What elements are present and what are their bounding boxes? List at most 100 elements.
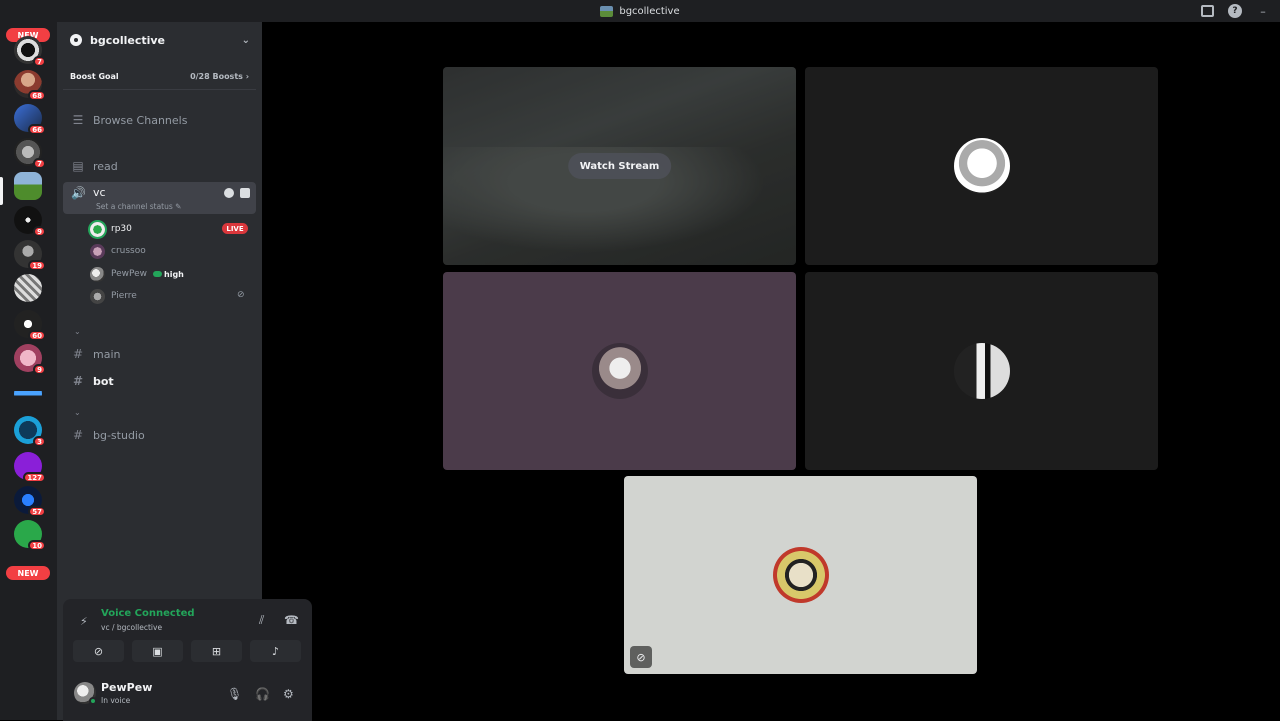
server-icon-14[interactable]: 57 bbox=[14, 486, 46, 517]
voice-user-name: rp30 bbox=[111, 224, 132, 234]
channel-sidebar: bgcollective ⌄ Boost Goal 0/28 Boosts › … bbox=[57, 22, 312, 721]
server-icon bbox=[600, 5, 614, 17]
soundboard-button[interactable]: ♪ bbox=[250, 640, 301, 662]
server-icon-9[interactable]: 60 bbox=[14, 310, 46, 341]
server-icon-11[interactable] bbox=[14, 380, 42, 408]
channel-bot-label: bot bbox=[93, 374, 114, 388]
headphones-icon[interactable]: 🎧 bbox=[255, 687, 270, 701]
help-icon[interactable]: ? bbox=[1228, 4, 1242, 18]
voice-user-pewpew[interactable]: PewPew high bbox=[90, 265, 184, 283]
quality-label: high bbox=[164, 269, 184, 279]
camera-button[interactable]: ⊘ bbox=[73, 640, 124, 662]
participant-tile-3[interactable] bbox=[805, 272, 1158, 470]
participant-tile-2[interactable] bbox=[443, 272, 796, 470]
chevron-down-icon: ⌄ bbox=[241, 34, 250, 46]
soundboard-icon: ♪ bbox=[271, 644, 280, 658]
active-server-pill bbox=[0, 177, 3, 205]
browse-channels[interactable]: ☰ Browse Channels bbox=[63, 109, 256, 131]
stream-tile[interactable]: Watch Stream bbox=[443, 67, 796, 265]
hashtag-icon: # bbox=[72, 428, 84, 442]
muted-mic-icon: ⊘ bbox=[630, 646, 652, 668]
server-icon-1[interactable]: 7 bbox=[14, 36, 46, 67]
microphone-icon[interactable]: 🎙 bbox=[227, 687, 242, 701]
channel-main-label: main bbox=[93, 347, 121, 361]
settings-gear-icon[interactable]: ⚙ bbox=[283, 687, 294, 701]
voice-user-pierre[interactable]: Pierre bbox=[90, 287, 137, 305]
participant-avatar bbox=[953, 343, 1010, 399]
activities-button[interactable]: ⊞ bbox=[191, 640, 242, 662]
channel-status[interactable]: Set a channel status ✎ bbox=[96, 202, 181, 211]
channel-bot[interactable]: # bot bbox=[63, 370, 256, 392]
server-icon-4[interactable]: 7 bbox=[14, 138, 46, 169]
guild-gear-icon bbox=[70, 34, 82, 46]
voice-user-name: PewPew bbox=[111, 269, 148, 279]
watch-stream-button[interactable]: Watch Stream bbox=[567, 153, 672, 179]
live-badge: LIVE bbox=[222, 223, 248, 234]
quality-badge: high bbox=[153, 270, 184, 279]
invite-icon[interactable] bbox=[240, 188, 250, 198]
participant-tile-1[interactable] bbox=[805, 67, 1158, 265]
list-icon: ☰ bbox=[72, 113, 84, 127]
server-icon-6[interactable]: 9 bbox=[14, 206, 46, 237]
channel-read-label: read bbox=[93, 159, 118, 173]
voice-user-rp30[interactable]: rp30 bbox=[90, 220, 132, 238]
channel-read[interactable]: ▤ read bbox=[63, 155, 256, 177]
voice-user-name: crussoo bbox=[111, 246, 146, 256]
user-name[interactable]: PewPew bbox=[101, 681, 152, 694]
window-title: bgcollective bbox=[600, 5, 680, 17]
boost-count: 0/28 Boosts › bbox=[190, 72, 249, 81]
category-chevron-icon[interactable]: ⌄ bbox=[74, 327, 81, 336]
category-chevron-icon[interactable]: ⌄ bbox=[74, 408, 81, 417]
voice-panel: ⚡ Voice Connected vc / bgcollective ⫽ ☎ … bbox=[63, 599, 312, 721]
server-icon-15[interactable]: 10 bbox=[14, 520, 46, 551]
server-icon-13[interactable]: 127 bbox=[14, 452, 46, 483]
participant-avatar bbox=[953, 138, 1010, 194]
participant-tile-4[interactable]: ⊘ bbox=[624, 476, 977, 674]
channel-bg-studio-label: bg-studio bbox=[93, 428, 145, 442]
chat-icon[interactable] bbox=[224, 188, 234, 198]
voice-connected-status[interactable]: Voice Connected bbox=[101, 608, 195, 619]
forum-icon: ▤ bbox=[72, 159, 84, 173]
avatar bbox=[90, 243, 105, 259]
server-icon-2[interactable]: 68 bbox=[14, 70, 46, 101]
camera-off-icon: ⊘ bbox=[93, 644, 104, 658]
online-status-dot bbox=[89, 697, 97, 705]
server-icon-3[interactable]: 66 bbox=[14, 104, 46, 135]
server-icon-10[interactable]: 9 bbox=[14, 344, 46, 375]
screen-share-button[interactable]: ▣ bbox=[132, 640, 183, 662]
server-icon-bgcollective[interactable] bbox=[14, 172, 42, 200]
title-bar: bgcollective ? – bbox=[0, 0, 1280, 22]
channel-main[interactable]: # main bbox=[63, 343, 256, 365]
noise-suppression-icon[interactable]: ⫽ bbox=[259, 613, 264, 628]
hashtag-icon: # bbox=[72, 374, 84, 388]
new-badge-bottom: NEW bbox=[6, 566, 50, 580]
boost-goal-label: Boost Goal bbox=[70, 72, 119, 81]
voice-location[interactable]: vc / bgcollective bbox=[101, 623, 162, 632]
channel-vc-label: vc bbox=[93, 186, 106, 199]
server-icon-12[interactable]: 3 bbox=[14, 416, 46, 447]
user-status: In voice bbox=[101, 696, 131, 705]
guild-name: bgcollective bbox=[90, 33, 166, 47]
activities-icon: ⊞ bbox=[211, 644, 222, 658]
speaker-icon: 🔊 bbox=[71, 186, 86, 200]
avatar bbox=[90, 266, 105, 282]
disconnect-icon[interactable]: ☎ bbox=[284, 613, 299, 627]
participant-avatar bbox=[591, 343, 648, 399]
boost-goal[interactable]: Boost Goal 0/28 Boosts › bbox=[63, 64, 256, 90]
user-panel: PewPew In voice 🎙 🎧 ⚙ bbox=[63, 673, 312, 721]
voice-user-name: Pierre bbox=[111, 291, 137, 301]
avatar bbox=[90, 221, 105, 237]
browse-channels-label: Browse Channels bbox=[93, 113, 188, 127]
voice-user-crussoo[interactable]: crussoo bbox=[90, 242, 146, 260]
minimize-icon[interactable]: – bbox=[1256, 4, 1270, 18]
server-rail: NEW 7 68 66 7 9 19 60 9 3 127 57 10 NEW bbox=[0, 22, 57, 720]
channel-bg-studio[interactable]: # bg-studio bbox=[63, 424, 256, 446]
signal-icon[interactable]: ⚡ bbox=[80, 615, 92, 628]
guild-header[interactable]: bgcollective ⌄ bbox=[57, 22, 262, 58]
screen-share-icon: ▣ bbox=[152, 644, 163, 658]
server-icon-7[interactable]: 19 bbox=[14, 240, 46, 271]
server-icon-8[interactable] bbox=[14, 274, 42, 302]
channel-vc[interactable]: 🔊 vc Set a channel status ✎ bbox=[63, 182, 256, 214]
window-title-text: bgcollective bbox=[619, 5, 680, 17]
inbox-icon[interactable] bbox=[1201, 5, 1214, 17]
